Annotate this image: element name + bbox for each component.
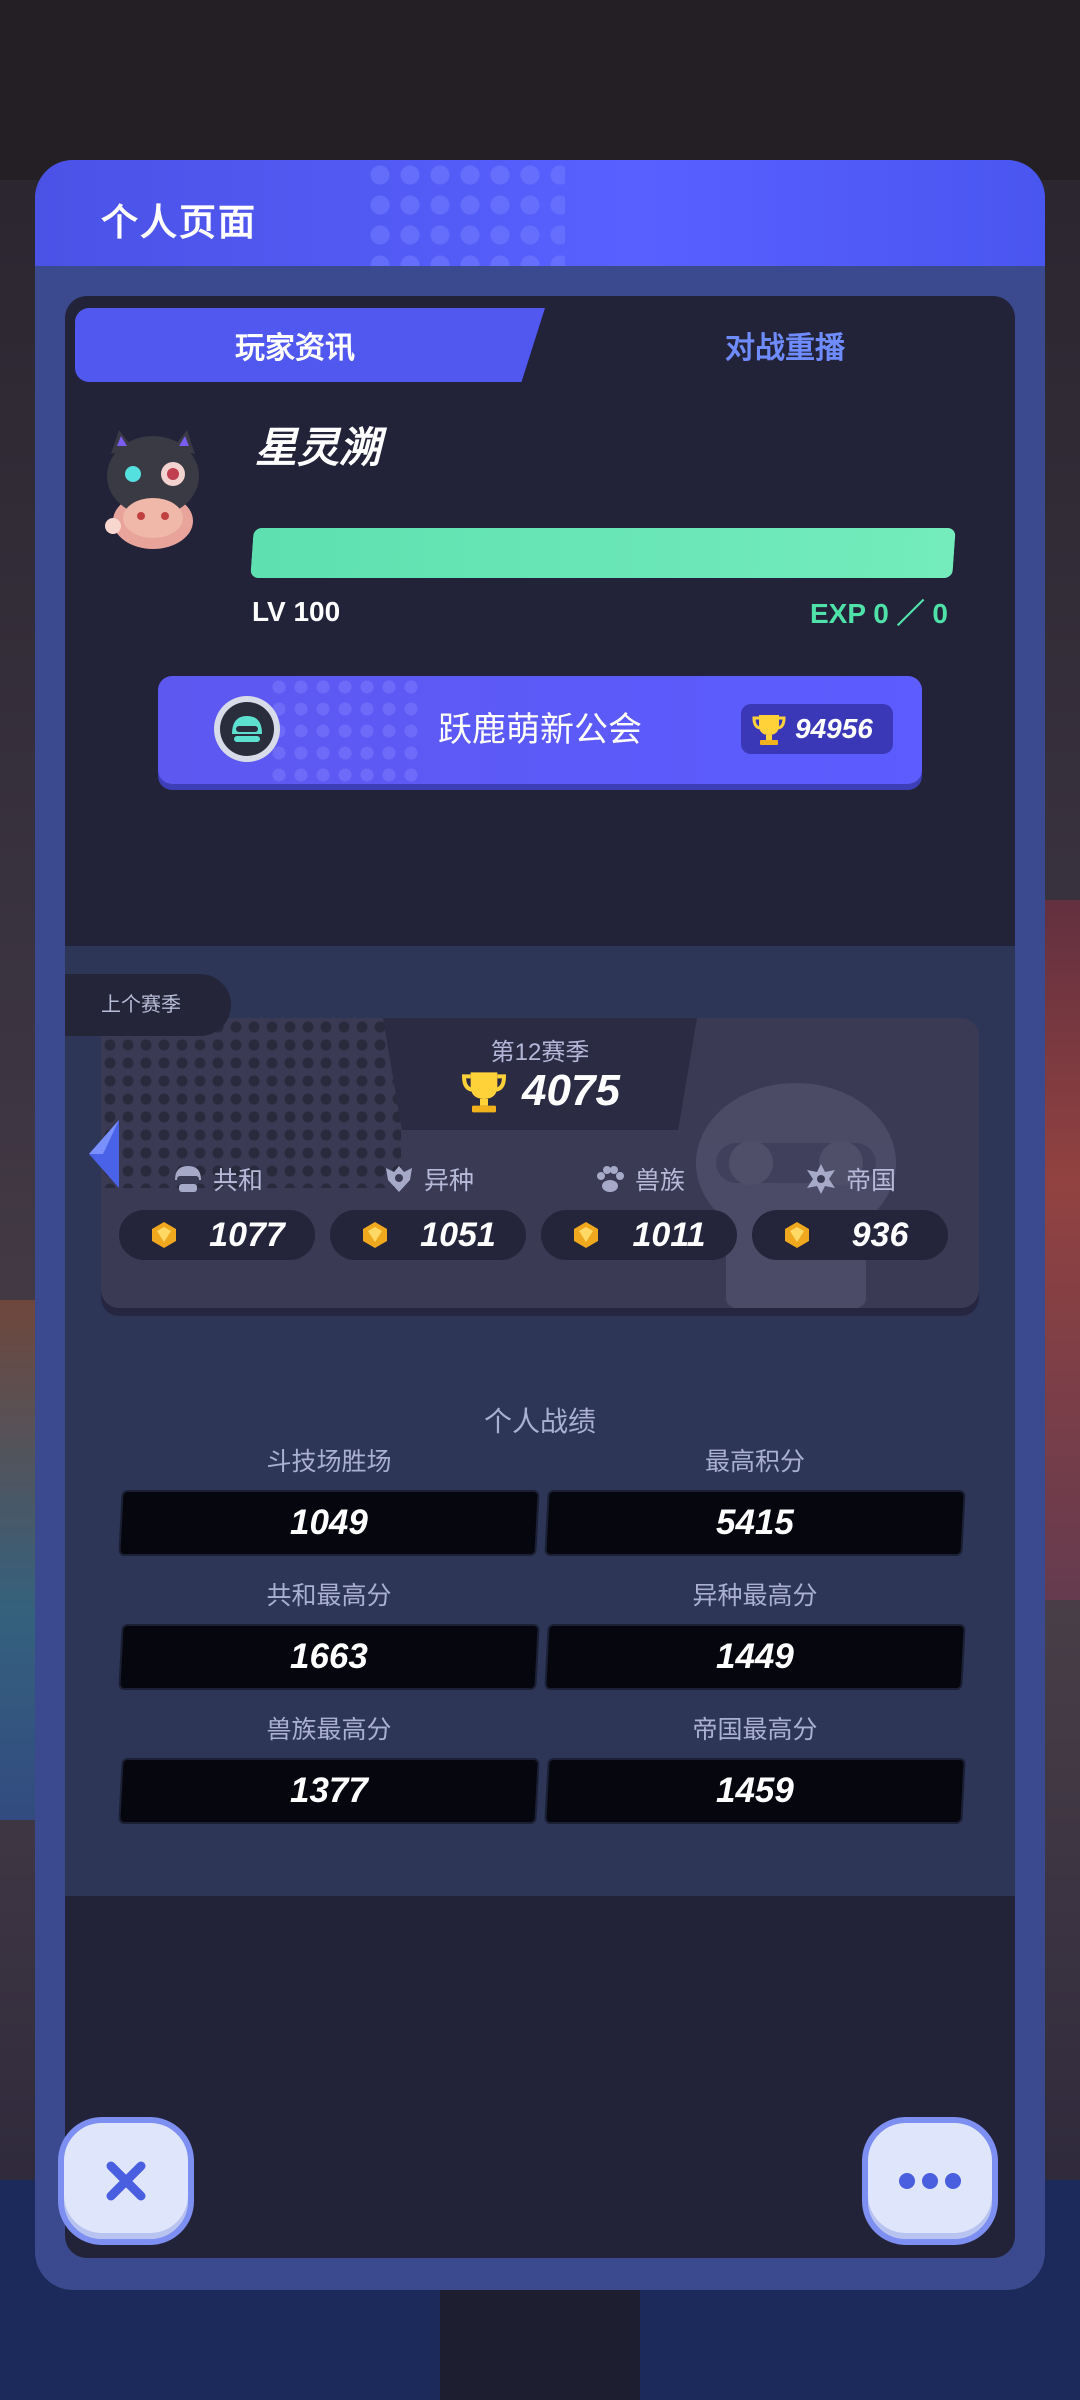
player-avatar[interactable] bbox=[93, 426, 213, 551]
guild-trophy-count: 94956 bbox=[741, 704, 893, 754]
close-button[interactable] bbox=[58, 2117, 194, 2245]
background-top bbox=[0, 0, 1080, 180]
gem-icon bbox=[363, 1222, 387, 1248]
republic-icon bbox=[174, 1166, 201, 1192]
season-score-value: 4075 bbox=[522, 1066, 620, 1115]
previous-season-label: 上个赛季 bbox=[65, 974, 231, 1036]
modal-title: 个人页面 bbox=[101, 202, 257, 243]
exp-progress-fill bbox=[250, 528, 956, 578]
faction-score: 1051 bbox=[420, 1215, 496, 1254]
stat-republic-best: 共和最高分 1663 bbox=[118, 1576, 540, 1690]
season-score: 4075 bbox=[383, 1066, 697, 1116]
stat-arena-wins: 斗技场胜场 1049 bbox=[118, 1442, 540, 1556]
stat-label: 共和最高分 bbox=[266, 1582, 392, 1610]
tab-player-info[interactable]: 玩家资讯 bbox=[75, 308, 545, 382]
guild-trophy-value: 94956 bbox=[795, 713, 873, 744]
exp-progress-bar bbox=[250, 528, 956, 578]
stat-label: 帝国最高分 bbox=[692, 1716, 818, 1744]
player-name: 星灵溯 bbox=[255, 424, 382, 471]
stat-value: 1049 bbox=[290, 1503, 368, 1542]
stat-beast-best: 兽族最高分 1377 bbox=[118, 1710, 540, 1824]
stat-highest-score: 最高积分 5415 bbox=[544, 1442, 966, 1556]
faction-score: 1077 bbox=[209, 1215, 285, 1254]
gem-icon bbox=[574, 1222, 598, 1248]
more-dots-icon bbox=[899, 2173, 961, 2189]
stat-label: 异种最高分 bbox=[692, 1582, 818, 1610]
profile-panel: 玩家资讯 对战重播 星灵溯 LV 100 EXP 0 ／ 0 跃鹿萌新公会 94… bbox=[65, 296, 1015, 2258]
header-pattern bbox=[365, 160, 565, 266]
stat-label: 最高积分 bbox=[704, 1448, 805, 1476]
tab-label: 对战重播 bbox=[725, 332, 845, 365]
xeno-icon bbox=[385, 1166, 412, 1192]
guild-banner[interactable]: 跃鹿萌新公会 94956 bbox=[158, 676, 922, 784]
more-options-button[interactable] bbox=[862, 2117, 998, 2245]
stat-value: 1663 bbox=[290, 1637, 368, 1676]
gem-icon bbox=[785, 1222, 809, 1248]
stat-value: 1377 bbox=[290, 1771, 368, 1810]
stat-xeno-best: 异种最高分 1449 bbox=[544, 1576, 966, 1690]
tab-label: 玩家资讯 bbox=[235, 332, 355, 365]
player-level: LV 100 bbox=[252, 596, 341, 627]
faction-empire: 帝国 936 bbox=[752, 1154, 948, 1260]
modal-header: 个人页面 bbox=[35, 160, 1045, 266]
beast-paw-icon bbox=[596, 1166, 624, 1192]
faction-scores: 共和 1077 异种 1051 兽族 1011 帝国 936 bbox=[119, 1154, 961, 1294]
faction-xeno: 异种 1051 bbox=[330, 1154, 526, 1260]
stat-value: 5415 bbox=[716, 1503, 794, 1542]
stats-title: 个人战绩 bbox=[483, 1406, 596, 1437]
faction-name: 异种 bbox=[423, 1167, 474, 1195]
trophy-icon bbox=[752, 715, 786, 745]
gem-icon bbox=[152, 1222, 176, 1248]
background-decoration-left bbox=[0, 1300, 40, 1820]
stat-label: 斗技场胜场 bbox=[266, 1448, 392, 1476]
tab-battle-replay[interactable]: 对战重播 bbox=[565, 308, 1005, 382]
stat-empire-best: 帝国最高分 1459 bbox=[544, 1710, 966, 1824]
close-icon bbox=[106, 2161, 146, 2201]
stat-value: 1459 bbox=[716, 1771, 794, 1810]
stat-value: 1449 bbox=[716, 1637, 794, 1676]
faction-republic: 共和 1077 bbox=[119, 1154, 315, 1260]
background-decoration-right bbox=[1040, 900, 1080, 1600]
faction-name: 共和 bbox=[212, 1167, 263, 1195]
trophy-icon bbox=[462, 1072, 507, 1113]
faction-score: 1011 bbox=[632, 1215, 706, 1254]
season-label: 第12赛季 bbox=[490, 1039, 590, 1066]
faction-score: 936 bbox=[851, 1215, 909, 1254]
faction-name: 兽族 bbox=[634, 1167, 685, 1195]
stat-label: 兽族最高分 bbox=[266, 1716, 392, 1744]
season-section: 第12赛季 4075 上个赛季 共和 1077 异种 1051 兽族 1011 … bbox=[65, 946, 1015, 1896]
profile-modal: 个人页面 玩家资讯 对战重播 星灵溯 LV 100 EXP 0 ／ 0 跃鹿萌新… bbox=[35, 160, 1045, 2290]
empire-icon bbox=[806, 1164, 835, 1194]
faction-beast: 兽族 1011 bbox=[541, 1154, 737, 1260]
faction-name: 帝国 bbox=[845, 1167, 896, 1195]
player-exp: EXP 0 ／ 0 bbox=[809, 598, 948, 629]
